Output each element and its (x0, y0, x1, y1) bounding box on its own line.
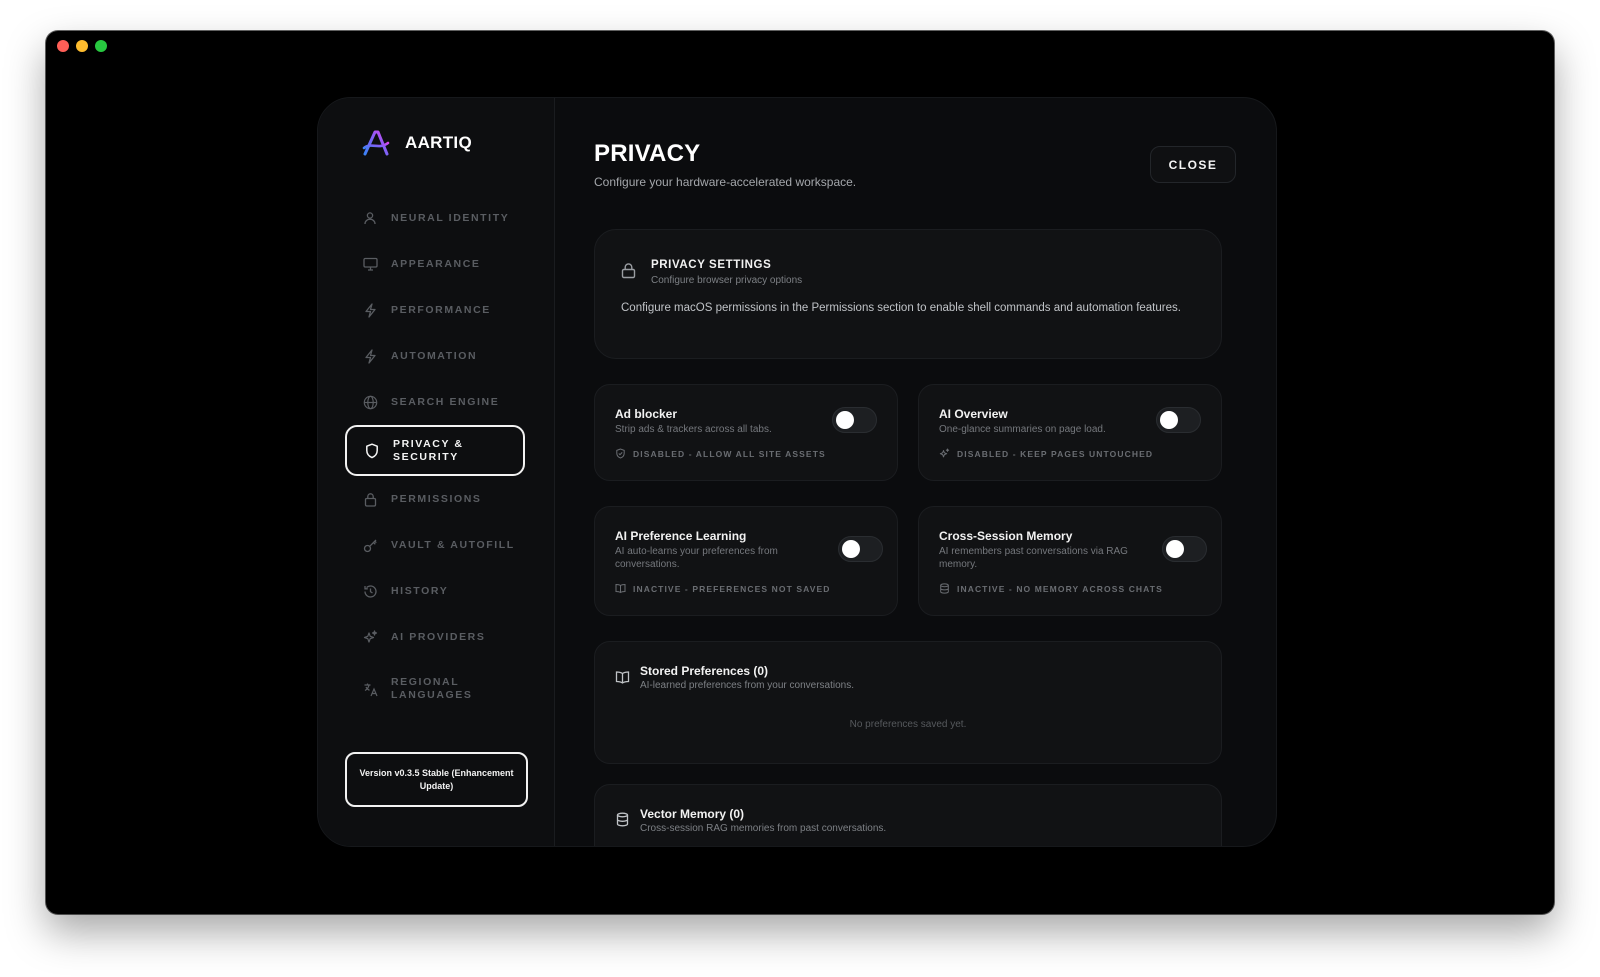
sidebar-item-label: APPEARANCE (391, 257, 481, 270)
app-window: AARTIQ NEURAL IDENTITY APPEARANCE PERFOR… (46, 31, 1554, 914)
sidebar-item-label: REGIONAL LANGUAGES (391, 676, 473, 701)
aartiq-logo-icon (362, 130, 390, 156)
sidebar-item-performance[interactable]: PERFORMANCE (345, 287, 525, 333)
book-open-icon (615, 671, 630, 684)
bolt-icon (362, 348, 378, 364)
privacy-settings-body: Configure macOS permissions in the Permi… (621, 302, 1181, 314)
sidebar-item-label: PERMISSIONS (391, 492, 482, 505)
ai-preference-learning-title: AI Preference Learning (615, 529, 747, 543)
vector-memory-title: Vector Memory (0) (640, 807, 745, 821)
ad-blocker-toggle[interactable] (832, 407, 877, 433)
sidebar-item-appearance[interactable]: APPEARANCE (345, 241, 525, 287)
page-subtitle: Configure your hardware-accelerated work… (594, 175, 857, 189)
cross-session-memory-card: Cross-Session Memory AI remembers past c… (918, 506, 1222, 616)
ai-overview-description: One-glance summaries on page load. (939, 424, 1106, 435)
brand-name: AARTIQ (405, 133, 472, 152)
privacy-settings-subtitle: Configure browser privacy options (651, 275, 803, 286)
ad-blocker-card: Ad blocker Strip ads & trackers across a… (594, 384, 898, 481)
sidebar-item-vault-autofill[interactable]: VAULT & AUTOFILL (345, 522, 525, 568)
translate-icon (362, 681, 378, 697)
ai-preference-learning-description: AI auto-learns your preferences from con… (615, 546, 778, 570)
database-icon (616, 812, 629, 827)
window-close-button[interactable] (57, 40, 69, 52)
close-button[interactable]: CLOSE (1150, 146, 1236, 183)
sidebar-nav: NEURAL IDENTITY APPEARANCE PERFORMANCE A… (345, 195, 525, 718)
settings-panel: AARTIQ NEURAL IDENTITY APPEARANCE PERFOR… (317, 97, 1277, 847)
lock-icon (621, 263, 636, 279)
main-content: PRIVACY Configure your hardware-accelera… (555, 98, 1276, 846)
sidebar-item-privacy-security[interactable]: PRIVACY & SECURITY (345, 425, 525, 476)
key-icon (362, 537, 378, 553)
ad-blocker-status: DISABLED - ALLOW ALL SITE ASSETS (615, 448, 826, 459)
sidebar-item-label: AI PROVIDERS (391, 630, 486, 643)
brand: AARTIQ (361, 128, 472, 158)
privacy-settings-title: PRIVACY SETTINGS (651, 259, 772, 271)
ai-overview-status: DISABLED - KEEP PAGES UNTOUCHED (939, 448, 1153, 459)
bolt-icon (362, 302, 378, 318)
sparkles-icon (362, 629, 378, 645)
page-title: PRIVACY (594, 140, 701, 167)
sidebar-item-neural-identity[interactable]: NEURAL IDENTITY (345, 195, 525, 241)
sparkles-icon (939, 448, 950, 459)
sidebar-item-automation[interactable]: AUTOMATION (345, 333, 525, 379)
shield-icon (364, 442, 380, 459)
cross-session-memory-title: Cross-Session Memory (939, 529, 1073, 543)
sidebar: AARTIQ NEURAL IDENTITY APPEARANCE PERFOR… (318, 98, 555, 846)
shield-check-icon (615, 448, 626, 459)
sidebar-item-label: AUTOMATION (391, 349, 478, 362)
stored-preferences-title: Stored Preferences (0) (640, 664, 769, 678)
sidebar-item-ai-providers[interactable]: AI PROVIDERS (345, 614, 525, 660)
lock-icon (362, 491, 378, 507)
ai-preference-learning-status: INACTIVE - PREFERENCES NOT SAVED (615, 583, 831, 594)
ai-preference-learning-card: AI Preference Learning AI auto-learns yo… (594, 506, 898, 616)
sidebar-item-permissions[interactable]: PERMISSIONS (345, 476, 525, 522)
ai-overview-toggle[interactable] (1156, 407, 1201, 433)
globe-icon (362, 394, 378, 410)
ad-blocker-description: Strip ads & trackers across all tabs. (615, 424, 772, 435)
sidebar-item-label: SEARCH ENGINE (391, 395, 500, 408)
sidebar-item-label: NEURAL IDENTITY (391, 211, 510, 224)
vector-memory-subtitle: Cross-session RAG memories from past con… (640, 823, 887, 834)
window-maximize-button[interactable] (95, 40, 107, 52)
version-badge[interactable]: Version v0.3.5 Stable (Enhancement Updat… (345, 752, 528, 807)
window-minimize-button[interactable] (76, 40, 88, 52)
sidebar-item-history[interactable]: HISTORY (345, 568, 525, 614)
book-open-icon (615, 583, 626, 594)
cross-session-memory-toggle[interactable] (1162, 536, 1207, 562)
sidebar-item-label: VAULT & AUTOFILL (391, 538, 515, 551)
privacy-settings-card: PRIVACY SETTINGS Configure browser priva… (594, 229, 1222, 359)
stored-preferences-card: Stored Preferences (0) AI-learned prefer… (594, 641, 1222, 764)
ad-blocker-title: Ad blocker (615, 407, 678, 421)
history-icon (362, 583, 378, 599)
cross-session-memory-description: AI remembers past conversations via RAG … (939, 546, 1128, 570)
vector-memory-card: Vector Memory (0) Cross-session RAG memo… (594, 784, 1222, 846)
sidebar-item-regional-languages[interactable]: REGIONAL LANGUAGES (345, 660, 525, 718)
ai-overview-title: AI Overview (939, 407, 1008, 421)
database-icon (939, 583, 950, 594)
ai-overview-card: AI Overview One-glance summaries on page… (918, 384, 1222, 481)
cross-session-memory-status: INACTIVE - NO MEMORY ACROSS CHATS (939, 583, 1163, 594)
sidebar-item-search-engine[interactable]: SEARCH ENGINE (345, 379, 525, 425)
monitor-icon (362, 256, 378, 272)
sidebar-item-label: PRIVACY & SECURITY (393, 437, 464, 463)
sidebar-item-label: PERFORMANCE (391, 303, 491, 316)
stored-preferences-empty: No preferences saved yet. (849, 719, 967, 730)
stored-preferences-subtitle: AI-learned preferences from your convers… (640, 680, 854, 691)
user-icon (362, 210, 378, 226)
ai-preference-learning-toggle[interactable] (838, 536, 883, 562)
sidebar-item-label: HISTORY (391, 584, 449, 597)
